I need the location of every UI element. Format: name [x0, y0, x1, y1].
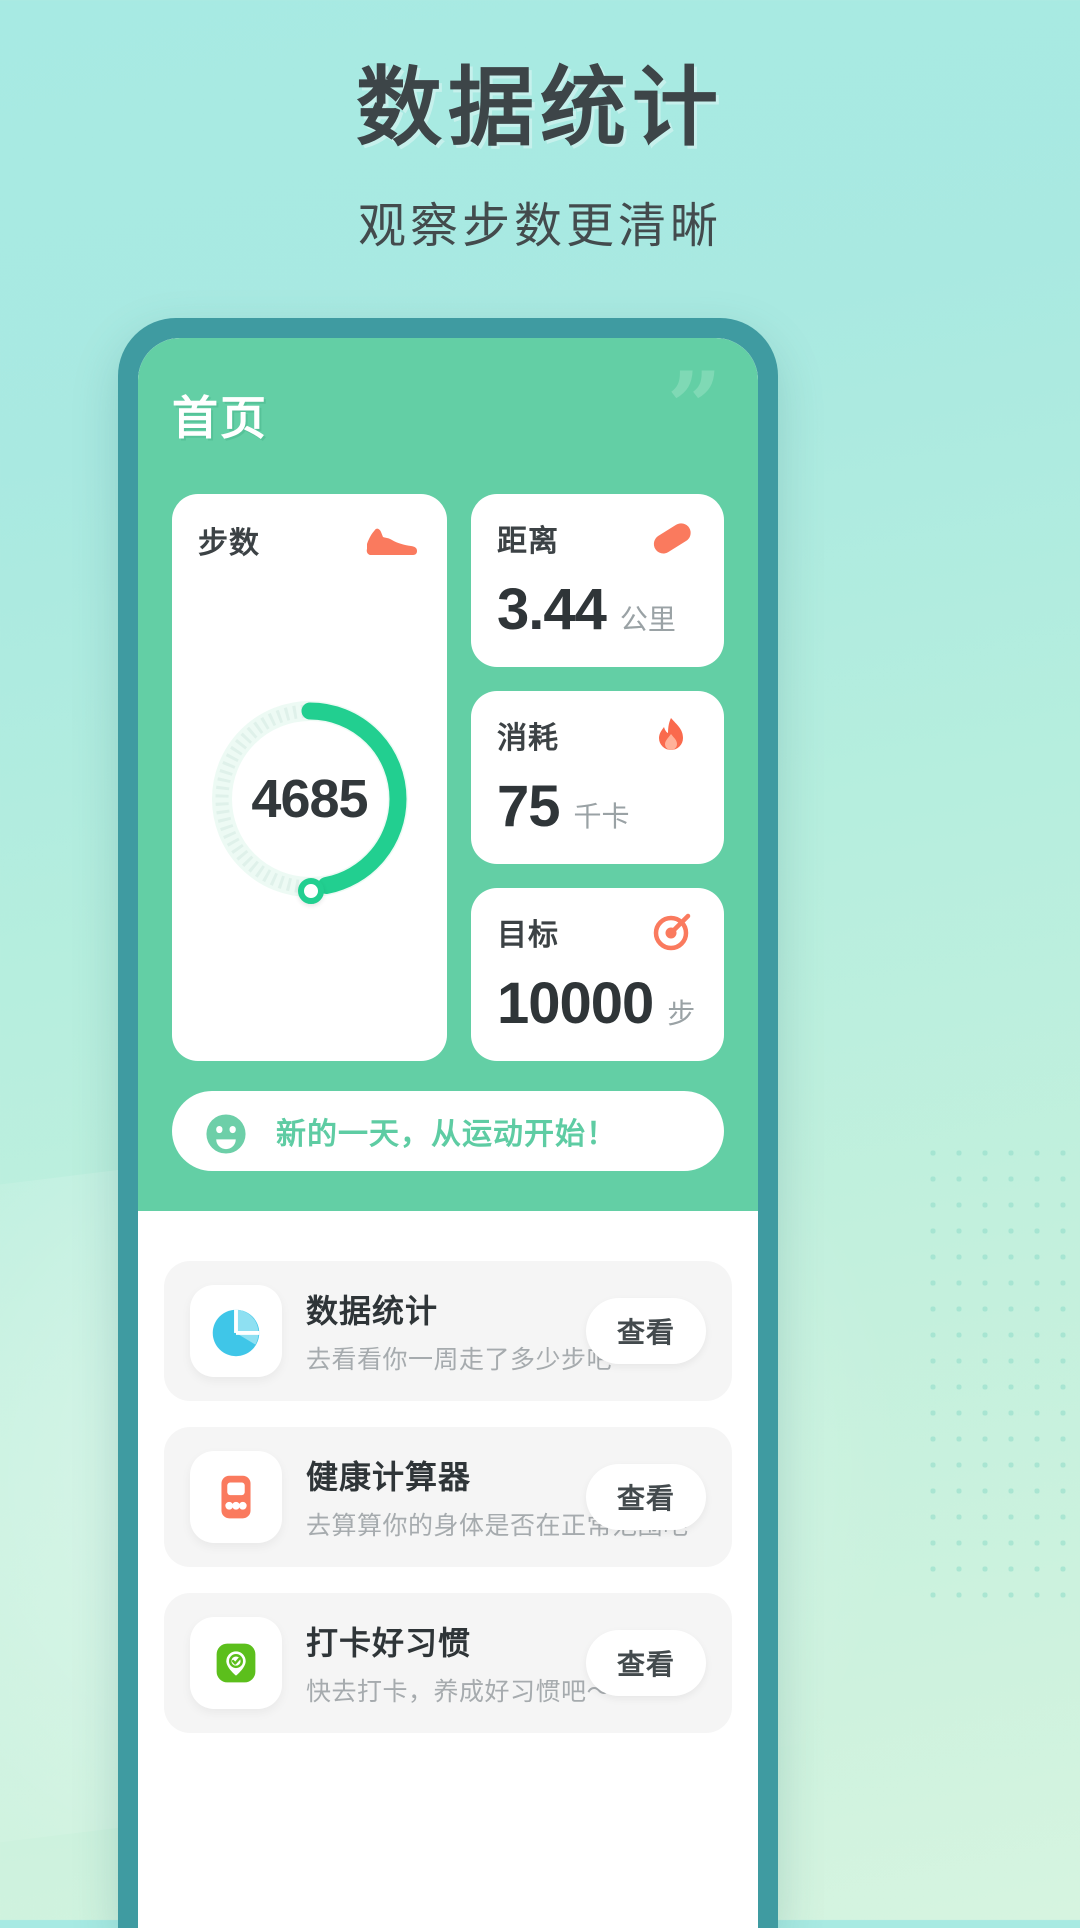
background-dot-pattern — [920, 1140, 1080, 1610]
list-item-body: 打卡好习惯 快去打卡，养成好习惯吧～ — [306, 1618, 613, 1708]
view-button[interactable]: 查看 — [586, 1464, 706, 1530]
app-page-title: 首页 — [172, 392, 268, 444]
pie-chart-icon — [190, 1285, 282, 1377]
flame-icon — [644, 714, 698, 756]
goal-unit: 步 — [667, 998, 696, 1029]
goal-value: 10000 — [497, 971, 654, 1036]
pill-capsule-icon — [644, 517, 698, 559]
page-title: 数据统计 — [356, 58, 724, 158]
goal-label: 目标 — [497, 919, 559, 952]
motivation-banner[interactable]: 新的一天，从运动开始！ — [172, 1091, 724, 1171]
feature-list-sheet: 数据统计 去看看你一周走了多少步吧～ 查看 健康计算器 去算算你的身体是否在正常… — [138, 1233, 758, 1753]
page-subtitle: 观察步数更清晰 — [357, 200, 722, 254]
steps-card[interactable]: 步数 4685 — [172, 494, 447, 1061]
steps-value: 4685 — [251, 768, 368, 829]
list-item-body: 健康计算器 去算算你的身体是否在正常范围吧 — [306, 1452, 689, 1542]
phone-screen: ” 首页 步数 4685 距离 3.44 公里 消耗 75 千卡 目标 1000… — [138, 338, 758, 1928]
steps-card-header: 步数 — [198, 518, 421, 562]
calculator-icon — [190, 1451, 282, 1543]
list-item-subtitle: 快去打卡，养成好习惯吧～ — [306, 1678, 613, 1706]
distance-value-row: 3.44 公里 — [497, 576, 698, 643]
location-check-icon — [190, 1617, 282, 1709]
steps-label: 步数 — [198, 527, 260, 560]
phone-mockup-frame: ” 首页 步数 4685 距离 3.44 公里 消耗 75 千卡 目标 1000… — [118, 318, 778, 1928]
list-item-title: 数据统计 — [306, 1293, 439, 1329]
list-item-subtitle: 去算算你的身体是否在正常范围吧 — [306, 1512, 689, 1540]
stats-side-column: 距离 3.44 公里 消耗 75 千卡 目标 10000 步 — [471, 494, 724, 1061]
list-item-body: 数据统计 去看看你一周走了多少步吧～ — [306, 1286, 638, 1376]
goal-card[interactable]: 目标 10000 步 — [471, 888, 724, 1061]
distance-card[interactable]: 距离 3.44 公里 — [471, 494, 724, 667]
calories-label: 消耗 — [497, 722, 559, 755]
steps-progress-ring: 4685 — [207, 696, 413, 904]
running-shoe-icon — [363, 523, 421, 557]
view-button[interactable]: 查看 — [586, 1630, 706, 1696]
distance-card-header: 距离 — [497, 516, 698, 560]
distance-label: 距离 — [497, 525, 559, 558]
goal-value-row: 10000 步 — [497, 970, 698, 1037]
list-item-title: 健康计算器 — [306, 1459, 472, 1495]
quote-mark-icon: ” — [666, 351, 722, 464]
list-item[interactable]: 健康计算器 去算算你的身体是否在正常范围吧 查看 — [164, 1427, 732, 1567]
list-item-title: 打卡好习惯 — [306, 1625, 472, 1661]
calories-unit: 千卡 — [573, 801, 630, 832]
calories-card-header: 消耗 — [497, 713, 698, 757]
calories-value-row: 75 千卡 — [497, 773, 698, 840]
headline-block: 数据统计 观察步数更清晰 — [0, 60, 1080, 256]
smiley-face-icon — [202, 1110, 256, 1154]
list-item-subtitle: 去看看你一周走了多少步吧～ — [306, 1346, 638, 1374]
view-button[interactable]: 查看 — [586, 1298, 706, 1364]
steps-ring-wrap: 4685 — [198, 562, 421, 1035]
calories-card[interactable]: 消耗 75 千卡 — [471, 691, 724, 864]
calories-value: 75 — [497, 774, 561, 839]
list-item[interactable]: 数据统计 去看看你一周走了多少步吧～ 查看 — [164, 1261, 732, 1401]
goal-card-header: 目标 — [497, 910, 698, 954]
list-item[interactable]: 打卡好习惯 快去打卡，养成好习惯吧～ 查看 — [164, 1593, 732, 1733]
distance-unit: 公里 — [619, 604, 676, 635]
target-icon — [644, 911, 698, 953]
motivation-banner-text: 新的一天，从运动开始！ — [276, 1118, 617, 1151]
stats-grid: 步数 4685 距离 3.44 公里 消耗 75 千卡 目标 10000 步 — [172, 494, 724, 1061]
screen-header-area: ” 首页 步数 4685 距离 3.44 公里 消耗 75 千卡 目标 1000… — [138, 338, 758, 1211]
distance-value: 3.44 — [497, 577, 607, 642]
ring-progress-knob — [297, 877, 324, 904]
